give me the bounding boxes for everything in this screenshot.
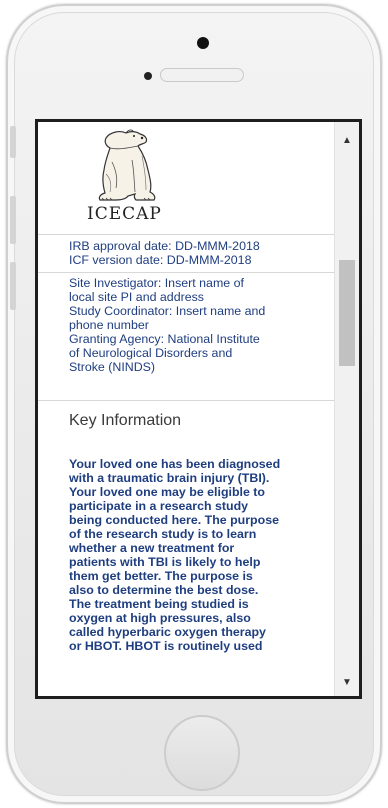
logo-text: ICECAP <box>87 204 162 224</box>
key-info-line: called hyperbaric oxygen therapy <box>69 625 266 639</box>
home-button-icon[interactable] <box>164 715 240 791</box>
key-info-line: them get better. The purpose is <box>69 569 253 583</box>
key-info-line: Your loved one has been diagnosed <box>69 457 281 471</box>
site-info-line: Site Investigator: Insert name of <box>69 276 244 290</box>
volume-up-button <box>10 196 16 244</box>
site-info-line: of Neurological Disorders and <box>69 346 233 360</box>
key-info-line: or HBOT. HBOT is routinely used <box>69 639 263 653</box>
key-information-heading: Key Information <box>69 412 182 429</box>
key-info-line: participate in a research study <box>69 499 249 513</box>
site-info-line: Stroke (NINDS) <box>69 360 156 374</box>
vertical-scrollbar[interactable]: ▲ ▼ <box>334 122 359 696</box>
logo-header: ICECAP <box>38 122 335 235</box>
key-info-line: oxygen at high pressures, also <box>69 611 251 625</box>
sensor-icon <box>144 72 152 80</box>
scrollbar-thumb[interactable] <box>339 260 355 366</box>
key-info-line: patients with TBI is likely to help <box>69 555 261 569</box>
site-info-line: local site PI and address <box>69 290 204 304</box>
key-info-line: whether a new treatment for <box>69 541 235 555</box>
site-info-line: Granting Agency: National Institute <box>69 332 260 346</box>
key-info-line: Your loved one may be eligible to <box>69 485 265 499</box>
volume-down-button <box>10 262 16 310</box>
icf-version-date: ICF version date: DD-MMM-2018 <box>69 253 252 267</box>
key-info-line: of the research study is to learn <box>69 527 257 541</box>
scroll-up-icon[interactable]: ▲ <box>335 130 359 150</box>
approval-dates-section: IRB approval date: DD-MMM-2018 ICF versi… <box>38 235 335 273</box>
site-info-line: Study Coordinator: Insert name and <box>69 304 266 318</box>
key-info-line: being conducted here. The purpose <box>69 513 279 527</box>
key-info-line: The treatment being studied is <box>69 597 249 611</box>
consent-document[interactable]: ICECAP IRB approval date: DD-MMM-2018 IC… <box>38 122 335 696</box>
polar-bear-logo-icon <box>98 129 156 201</box>
speaker-grille <box>160 68 244 82</box>
site-info-line: phone number <box>69 318 149 332</box>
mute-switch <box>10 126 16 158</box>
key-information-body: Your loved one has been diagnosed with a… <box>38 447 335 653</box>
key-info-line: with a traumatic brain injury (TBI). <box>69 471 270 485</box>
key-info-line: also to determine the best dose. <box>69 583 259 597</box>
site-info-section: Site Investigator: Insert name of local … <box>38 273 335 401</box>
camera-icon <box>197 37 209 49</box>
phone-screen: ICECAP IRB approval date: DD-MMM-2018 IC… <box>35 119 362 699</box>
irb-approval-date: IRB approval date: DD-MMM-2018 <box>69 239 260 253</box>
scroll-down-icon[interactable]: ▼ <box>335 672 359 692</box>
